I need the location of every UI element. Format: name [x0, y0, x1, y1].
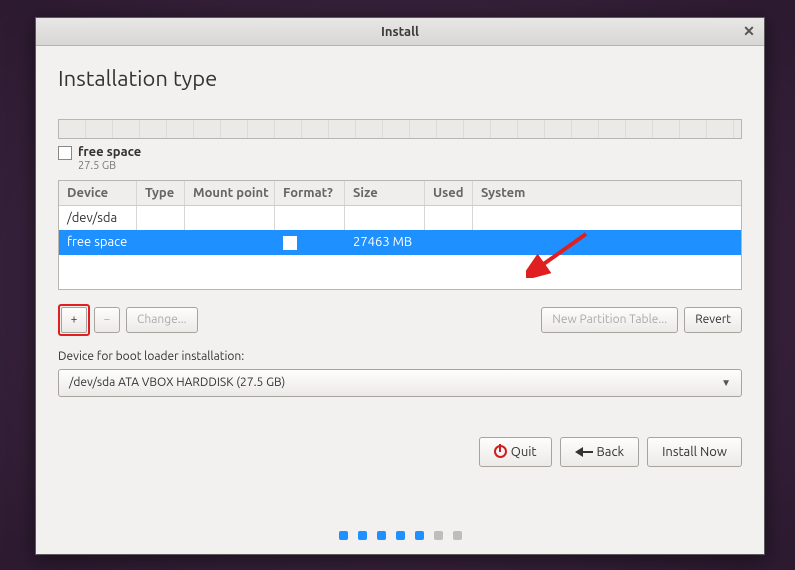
progress-dot	[453, 531, 462, 540]
table-header: Device Type Mount point Format? Size Use…	[59, 181, 741, 206]
page-title: Installation type	[58, 66, 742, 91]
summary-size: 27.5 GB	[78, 160, 141, 172]
footer-buttons: Quit Back Install Now	[58, 437, 742, 467]
progress-dot	[358, 531, 367, 540]
bootloader-label: Device for boot loader installation:	[58, 350, 742, 363]
table-empty-space	[59, 255, 741, 289]
format-checkbox[interactable]	[283, 236, 297, 250]
back-button[interactable]: Back	[560, 437, 640, 467]
col-type[interactable]: Type	[137, 181, 185, 205]
installer-window: Install ✕ Installation type free space 2…	[35, 17, 765, 555]
table-row[interactable]: free space 27463 MB	[59, 230, 741, 255]
col-used[interactable]: Used	[425, 181, 473, 205]
quit-button[interactable]: Quit	[479, 437, 552, 467]
col-mount[interactable]: Mount point	[185, 181, 275, 205]
col-device[interactable]: Device	[59, 181, 137, 205]
cell-size: 27463 MB	[345, 230, 425, 255]
close-icon[interactable]: ✕	[740, 22, 758, 40]
col-format[interactable]: Format?	[275, 181, 345, 205]
cell-device: free space	[59, 230, 137, 255]
cell-device: /dev/sda	[59, 206, 137, 230]
arrow-left-icon	[575, 447, 593, 457]
partition-toolbar: + − Change... New Partition Table... Rev…	[58, 304, 742, 336]
add-partition-button[interactable]: +	[61, 307, 87, 333]
progress-dot	[339, 531, 348, 540]
titlebar: Install ✕	[36, 18, 764, 46]
revert-button[interactable]: Revert	[684, 307, 742, 333]
window-title: Install	[381, 25, 419, 39]
partition-usage-bar	[58, 119, 742, 139]
back-label: Back	[597, 445, 625, 459]
quit-label: Quit	[511, 445, 537, 459]
install-now-button[interactable]: Install Now	[647, 437, 742, 467]
chevron-down-icon: ▼	[721, 377, 731, 389]
progress-dot	[377, 531, 386, 540]
install-label: Install Now	[662, 445, 727, 459]
bootloader-value: /dev/sda ATA VBOX HARDDISK (27.5 GB)	[69, 376, 285, 389]
new-partition-table-button[interactable]: New Partition Table...	[541, 307, 678, 333]
add-button-highlight: +	[58, 304, 90, 336]
col-size[interactable]: Size	[345, 181, 425, 205]
power-icon	[494, 445, 507, 458]
progress-dot	[396, 531, 405, 540]
summary-row: free space 27.5 GB	[58, 145, 742, 172]
summary-color-swatch	[58, 146, 72, 160]
content-area: Installation type free space 27.5 GB Dev…	[36, 46, 764, 554]
bootloader-select[interactable]: /dev/sda ATA VBOX HARDDISK (27.5 GB) ▼	[58, 369, 742, 397]
change-partition-button[interactable]: Change...	[126, 307, 198, 333]
partition-table[interactable]: Device Type Mount point Format? Size Use…	[58, 180, 742, 290]
col-system[interactable]: System	[473, 181, 741, 205]
remove-partition-button[interactable]: −	[94, 307, 120, 333]
progress-dots	[36, 531, 764, 540]
progress-dot	[434, 531, 443, 540]
progress-dot	[415, 531, 424, 540]
summary-label: free space	[78, 145, 141, 159]
cell-format	[275, 230, 345, 255]
table-row[interactable]: /dev/sda	[59, 206, 741, 230]
